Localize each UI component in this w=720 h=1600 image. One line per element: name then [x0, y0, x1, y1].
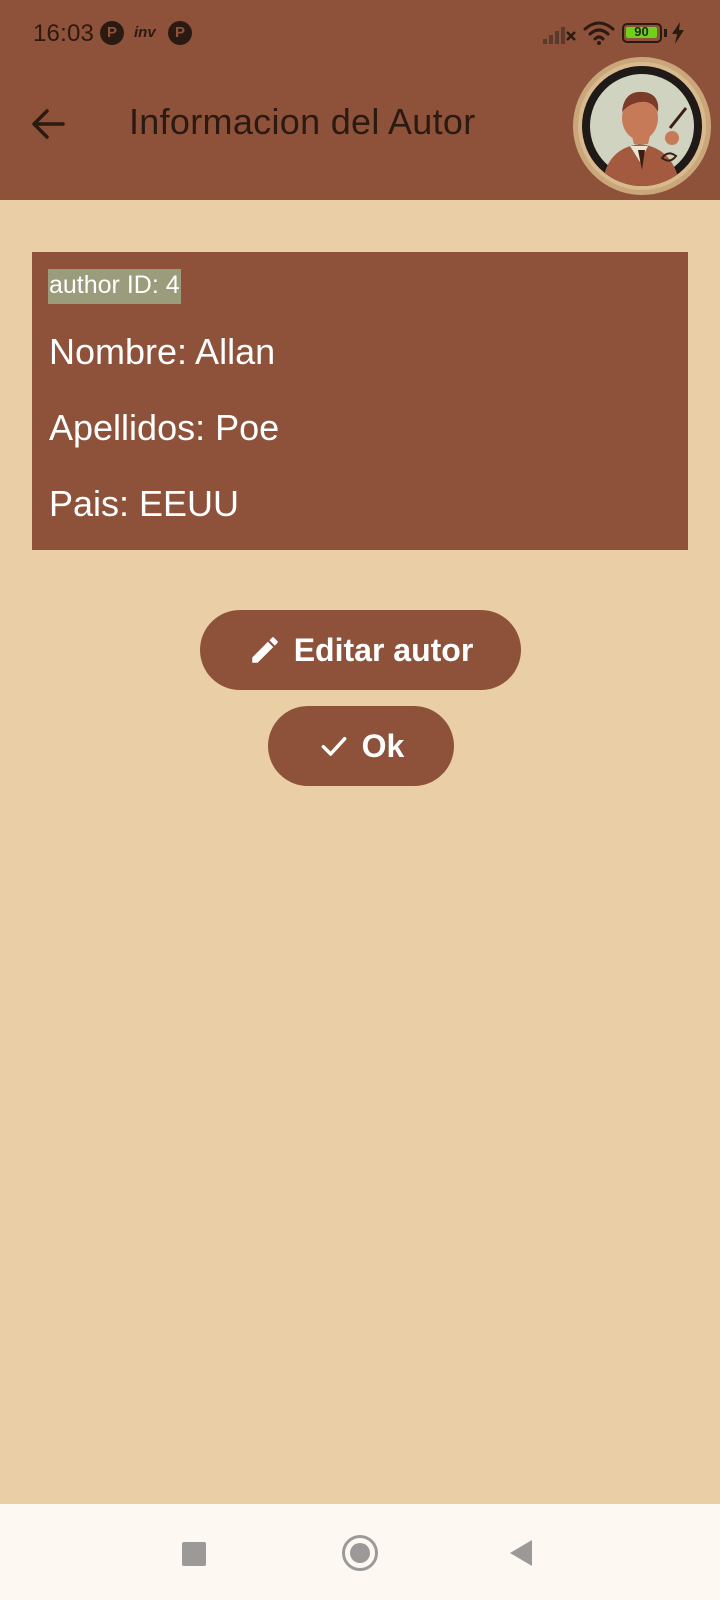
back-button[interactable]	[20, 96, 76, 152]
author-id-label: author ID: 4	[48, 269, 181, 304]
battery-cap	[664, 29, 667, 37]
pencil-icon	[251, 637, 278, 663]
home-dot	[350, 1543, 370, 1563]
back-triangle-icon[interactable]	[508, 1539, 534, 1567]
edit-author-label: Editar autor	[293, 631, 474, 668]
ok-button[interactable]: Ok	[268, 706, 454, 786]
author-name-text: Nombre: Allan	[49, 331, 276, 372]
check-icon	[321, 736, 347, 756]
author-portrait-icon	[590, 74, 694, 186]
author-info-card: author ID: 4 Nombre: Allan Apellidos: Po…	[32, 252, 688, 550]
signal-x-icon	[543, 27, 576, 44]
wifi-icon	[583, 21, 615, 45]
page-title: Informacion del Autor	[129, 101, 476, 142]
battery-level: 90	[634, 24, 649, 39]
notification-p-icon-2: P	[168, 21, 192, 45]
charging-bolt-icon	[672, 22, 684, 44]
author-avatar[interactable]	[573, 57, 711, 195]
author-surname-text: Apellidos: Poe	[49, 407, 280, 448]
author-country-text: Pais: EEUU	[49, 483, 240, 524]
recents-square-icon[interactable]	[182, 1542, 206, 1566]
battery-icon: 90	[622, 23, 662, 43]
status-time: 16:03	[33, 20, 95, 47]
status-bar: 16:03 P inv P 90	[0, 0, 720, 70]
notification-p-icon: P	[100, 21, 124, 45]
avatar-image	[582, 66, 702, 186]
home-circle-icon[interactable]	[342, 1535, 378, 1571]
arrow-left-icon	[32, 109, 65, 139]
edit-author-button[interactable]: Editar autor	[200, 610, 521, 690]
system-nav-bar	[0, 1504, 720, 1600]
ok-label: Ok	[361, 727, 405, 764]
notification-inv-icon: inv	[134, 24, 156, 41]
